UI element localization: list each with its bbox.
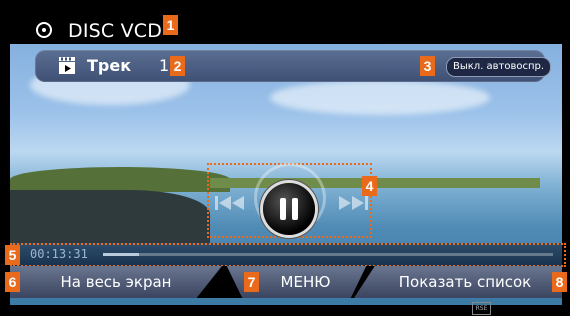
fullscreen-button[interactable]: На весь экран [10, 266, 222, 298]
rocks [10, 190, 210, 250]
fast-forward-icon[interactable] [334, 193, 372, 213]
video-track-icon [59, 57, 75, 74]
show-list-label: Показать список [398, 273, 532, 291]
cloud [270, 80, 490, 115]
show-list-button[interactable]: Показать список [354, 266, 562, 298]
rse-indicator: RSE [472, 302, 491, 315]
playback-controls [207, 163, 372, 238]
pause-icon [292, 198, 298, 220]
callout-1: 1 [163, 15, 178, 35]
callout-6: 6 [5, 272, 20, 292]
track-number: 1 [159, 56, 170, 75]
track-info-bar: Трек 1 Выкл. автовоспр. [35, 50, 552, 82]
pause-button[interactable] [263, 183, 315, 235]
vcd-player-screen: DISC VCD 1 Трек 1 Выкл. автовоспр. 2 3 4… [0, 0, 570, 316]
hill [10, 167, 230, 192]
progress-highlight [10, 243, 566, 267]
callout-3: 3 [420, 56, 435, 76]
menu-label: МЕНЮ [280, 273, 331, 291]
disc-icon [36, 22, 52, 38]
autoplay-off-button[interactable]: Выкл. автовоспр. [446, 57, 552, 77]
rewind-icon[interactable] [211, 193, 249, 213]
track-label: Трек [87, 56, 132, 75]
bottom-button-bar: На весь экран МЕНЮ Показать список [10, 266, 562, 298]
disc-title: DISC VCD [68, 20, 163, 42]
callout-2: 2 [170, 56, 185, 76]
header-bar: DISC VCD [10, 10, 562, 44]
menu-button[interactable]: МЕНЮ [226, 266, 367, 298]
callout-5: 5 [5, 245, 20, 265]
fullscreen-label: На весь экран [60, 273, 172, 291]
callout-4: 4 [362, 176, 377, 196]
callout-8: 8 [552, 272, 567, 292]
pause-icon [280, 198, 286, 220]
callout-7: 7 [244, 272, 259, 292]
